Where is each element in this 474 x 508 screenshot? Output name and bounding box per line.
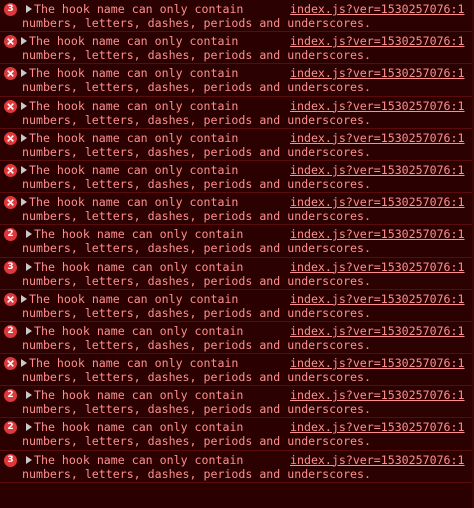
expand-triangle-icon[interactable] xyxy=(26,391,32,400)
repeat-count-badge: 2 xyxy=(4,389,17,403)
repeat-count-badge: 2 xyxy=(4,228,17,242)
repeat-count-badge: 3 xyxy=(4,260,17,274)
console-message-row[interactable]: The hook name can only contain index.js?v… xyxy=(0,64,474,97)
error-icon xyxy=(4,99,17,113)
expand-triangle-icon[interactable] xyxy=(21,198,27,207)
console-message-row[interactable]: 3 The hook name can only contain index.js?… xyxy=(0,0,474,33)
console-message-row[interactable]: The hook name can only contain index.js?v… xyxy=(0,193,474,226)
console-message-row[interactable]: The hook name can only contain index.js?v… xyxy=(0,96,474,129)
expand-triangle-icon[interactable] xyxy=(21,37,27,46)
console-message-row[interactable]: 3 The hook name can only contain index.js?… xyxy=(0,257,474,290)
message-text-continuation: numbers, letters, dashes, periods and un… xyxy=(22,16,372,30)
source-link[interactable]: index.js?ver=1530257076:1 xyxy=(290,420,465,434)
console-message-row[interactable]: 2 The hook name can only contain index.js?… xyxy=(0,321,474,355)
message-text: The hook name can only contain xyxy=(34,323,244,338)
message-text: The hook name can only contain xyxy=(29,356,239,371)
message-text: The hook name can only contain xyxy=(34,259,244,274)
error-icon xyxy=(4,67,17,81)
message-text-continuation: numbers, letters, dashes, periods and un… xyxy=(22,273,372,288)
error-icon xyxy=(4,35,17,49)
message-text: The hook name can only contain xyxy=(34,388,244,403)
console-message-row[interactable]: 3 The hook name can only contain index.js?… xyxy=(0,450,474,483)
message-text: The hook name can only contain xyxy=(34,420,244,435)
source-link[interactable]: index.js?ver=1530257076:1 xyxy=(290,2,465,16)
expand-triangle-icon[interactable] xyxy=(26,423,32,432)
expand-triangle-icon[interactable] xyxy=(21,359,27,368)
message-text-continuation: numbers, letters, dashes, periods and un… xyxy=(22,112,372,127)
message-text: The hook name can only contain xyxy=(29,130,239,145)
repeat-count-badge: 3 xyxy=(4,3,17,16)
source-link[interactable]: index.js?ver=1530257076:1 xyxy=(290,99,465,113)
expand-triangle-icon[interactable] xyxy=(21,294,27,303)
console-message-row[interactable]: The hook name can only contain index.js?v… xyxy=(0,354,474,387)
expand-triangle-icon[interactable] xyxy=(21,133,27,142)
message-text-continuation: numbers, letters, dashes, periods and un… xyxy=(22,434,372,449)
error-icon xyxy=(4,292,17,306)
source-link[interactable]: index.js?ver=1530257076:1 xyxy=(290,260,465,274)
error-icon xyxy=(4,131,17,145)
console-message-row[interactable]: 2 The hook name can only contain index.js?… xyxy=(0,386,474,419)
source-link[interactable]: index.js?ver=1530257076:1 xyxy=(290,131,465,145)
message-text-continuation: numbers, letters, dashes, periods and un… xyxy=(22,337,372,352)
source-link[interactable]: index.js?ver=1530257076:1 xyxy=(290,227,465,241)
console-message-row[interactable]: The hook name can only contain index.js?v… xyxy=(0,289,474,322)
source-link[interactable]: index.js?ver=1530257076:1 xyxy=(290,292,465,306)
expand-triangle-icon[interactable] xyxy=(26,5,32,13)
expand-triangle-icon[interactable] xyxy=(26,326,32,335)
source-link[interactable]: index.js?ver=1530257076:1 xyxy=(290,163,465,177)
message-text-continuation: numbers, letters, dashes, periods and un… xyxy=(22,144,372,159)
message-text-continuation: numbers, letters, dashes, periods and un… xyxy=(22,402,372,417)
source-link[interactable]: index.js?ver=1530257076:1 xyxy=(290,453,465,467)
console-message-row[interactable]: 2 The hook name can only contain index.js?… xyxy=(0,225,474,258)
message-text: The hook name can only contain xyxy=(29,34,239,49)
message-text-continuation: numbers, letters, dashes, periods and un… xyxy=(22,80,372,95)
expand-triangle-icon[interactable] xyxy=(26,230,32,239)
message-text: The hook name can only contain xyxy=(29,291,239,306)
message-text-continuation: numbers, letters, dashes, periods and un… xyxy=(22,48,372,63)
repeat-count-badge: 2 xyxy=(4,421,17,435)
error-icon xyxy=(4,163,17,177)
expand-triangle-icon[interactable] xyxy=(21,69,27,78)
expand-triangle-icon[interactable] xyxy=(26,455,32,464)
expand-triangle-icon[interactable] xyxy=(21,165,27,174)
console-panel: 3 The hook name can only contain index.js?… xyxy=(0,0,474,508)
source-link[interactable]: index.js?ver=1530257076:1 xyxy=(290,324,465,338)
console-message-row[interactable]: The hook name can only contain index.js?v… xyxy=(0,32,474,65)
message-text: The hook name can only contain xyxy=(29,195,239,210)
source-link[interactable]: index.js?ver=1530257076:1 xyxy=(290,356,465,370)
message-text: The hook name can only contain xyxy=(29,66,239,81)
source-link[interactable]: index.js?ver=1530257076:1 xyxy=(290,195,465,209)
message-text-continuation: numbers, letters, dashes, periods and un… xyxy=(22,241,372,256)
expand-triangle-icon[interactable] xyxy=(21,101,27,110)
source-link[interactable]: index.js?ver=1530257076:1 xyxy=(290,388,465,402)
source-link[interactable]: index.js?ver=1530257076:1 xyxy=(290,66,465,80)
message-text: The hook name can only contain xyxy=(29,98,239,113)
error-icon xyxy=(4,196,17,210)
message-text: The hook name can only contain xyxy=(29,162,239,177)
source-link[interactable]: index.js?ver=1530257076:1 xyxy=(290,34,465,48)
repeat-count-badge: 3 xyxy=(4,453,17,467)
message-text-continuation: numbers, letters, dashes, periods and un… xyxy=(22,209,372,224)
error-icon xyxy=(4,357,17,371)
console-message-row[interactable]: The hook name can only contain index.js?v… xyxy=(0,160,474,194)
message-text-continuation: numbers, letters, dashes, periods and un… xyxy=(22,370,372,385)
message-text-continuation: numbers, letters, dashes, periods and un… xyxy=(22,305,372,320)
message-text: The hook name can only contain xyxy=(34,2,244,16)
message-text-continuation: numbers, letters, dashes, periods and un… xyxy=(22,466,372,481)
message-text: The hook name can only contain xyxy=(34,452,244,467)
console-message-row[interactable]: 2 The hook name can only contain index.js?… xyxy=(0,418,474,451)
console-message-list: 3 The hook name can only contain index.js?… xyxy=(0,0,474,483)
message-text-continuation: numbers, letters, dashes, periods and un… xyxy=(22,176,372,191)
message-text: The hook name can only contain xyxy=(34,227,244,242)
console-message-row[interactable]: The hook name can only contain index.js?v… xyxy=(0,128,474,161)
repeat-count-badge: 2 xyxy=(4,324,17,338)
expand-triangle-icon[interactable] xyxy=(26,262,32,271)
